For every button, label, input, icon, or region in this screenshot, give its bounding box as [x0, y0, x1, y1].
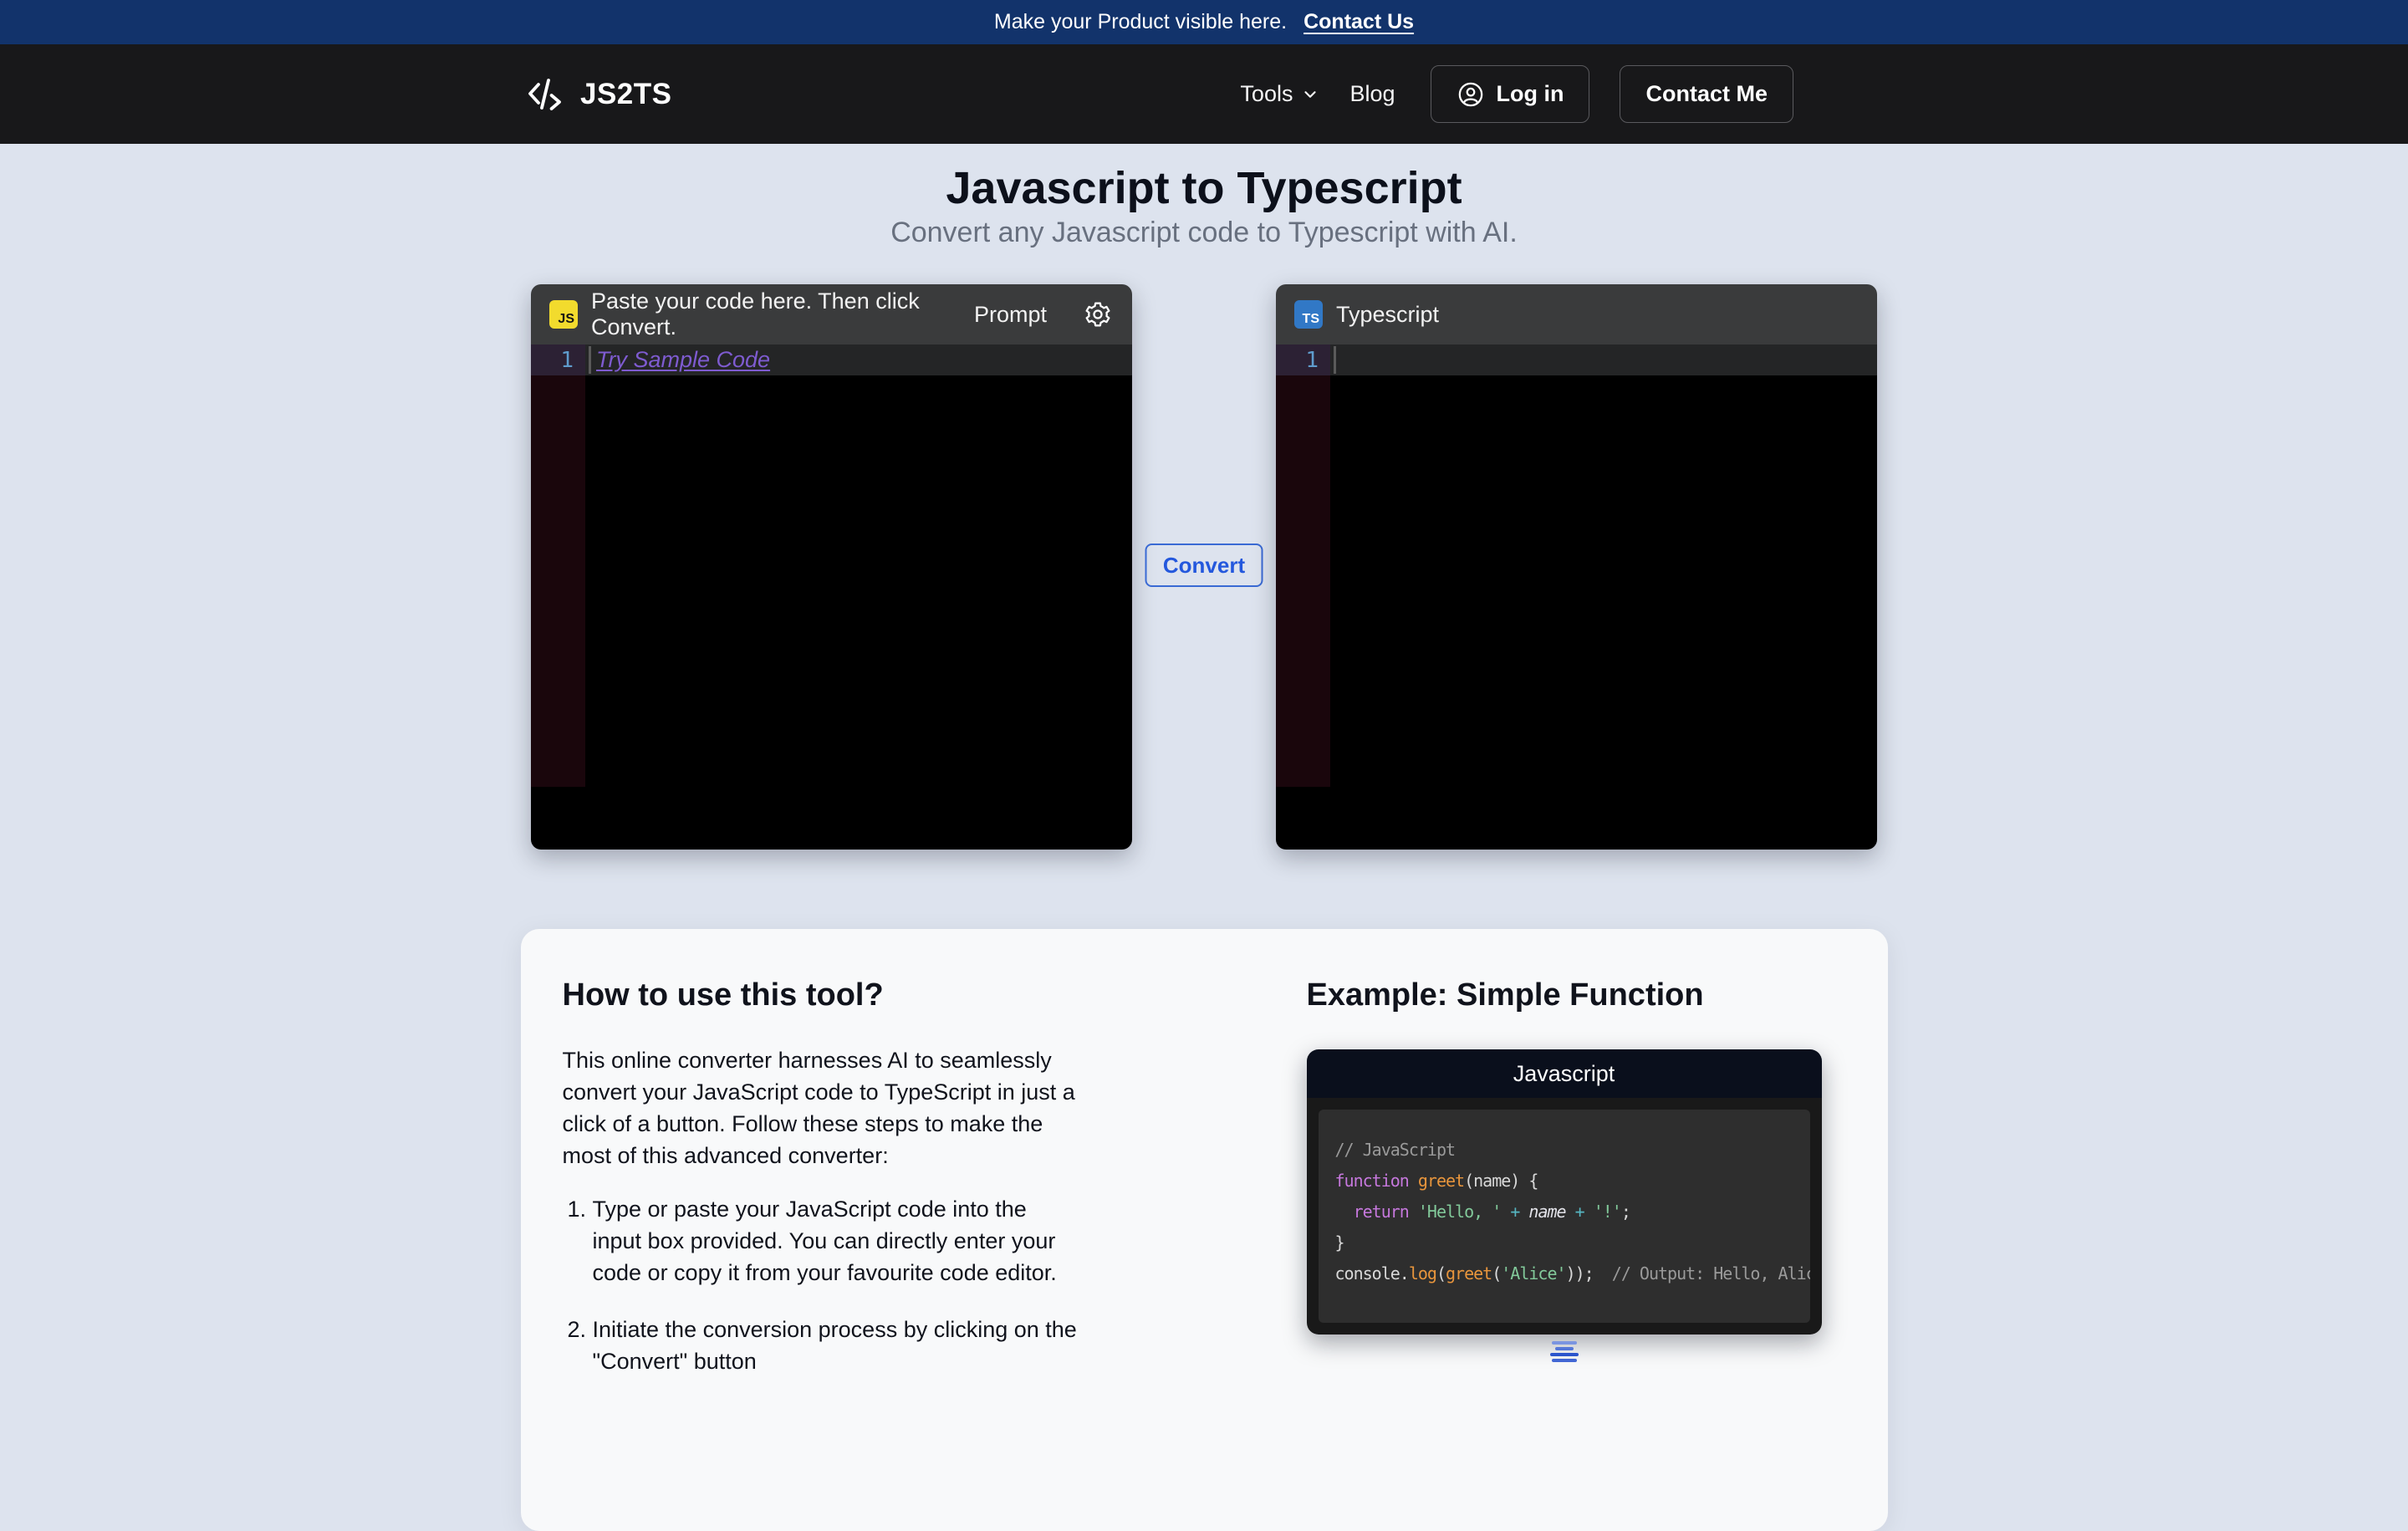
nav-tools[interactable]: Tools: [1240, 81, 1319, 107]
js-editor-content[interactable]: Try Sample Code: [585, 344, 1132, 787]
login-label: Log in: [1497, 81, 1564, 107]
promo-message: Make your Product visible here.: [994, 10, 1287, 34]
how-to-intro: This online converter harnesses AI to se…: [563, 1044, 1081, 1171]
try-sample-code-link[interactable]: Try Sample Code: [596, 347, 770, 373]
header-nav: Tools Blog Log in Contact Me: [1240, 65, 1793, 123]
nav-blog[interactable]: Blog: [1349, 81, 1395, 107]
js-editor-footer: [531, 787, 1132, 850]
js-panel-title: Paste your code here. Then click Convert…: [591, 288, 947, 340]
convert-button[interactable]: Convert: [1145, 544, 1263, 587]
example-code: // JavaScriptfunction greet(name) { retu…: [1319, 1110, 1810, 1323]
promo-contact-us-link[interactable]: Contact Us: [1303, 10, 1414, 34]
ts-line-number: 1: [1276, 344, 1330, 375]
converter-section: JS Paste your code here. Then click Conv…: [531, 284, 1877, 850]
ts-output-panel: TS Typescript 1: [1276, 284, 1877, 850]
example-code-card-body: // JavaScriptfunction greet(name) { retu…: [1307, 1098, 1822, 1335]
how-to-column: How to use this tool? This online conver…: [563, 974, 1081, 1481]
how-to-step: Initiate the conversion process by click…: [593, 1314, 1081, 1377]
chevron-down-icon: [1301, 85, 1319, 104]
page-subtitle: Convert any Javascript code to Typescrip…: [0, 214, 2408, 251]
ts-editor-footer: [1276, 787, 1877, 850]
js-active-line: Try Sample Code: [585, 344, 1132, 375]
ts-code-editor[interactable]: 1: [1276, 344, 1877, 787]
blue-lines-icon: [1550, 1341, 1579, 1362]
example-code-card-title: Javascript: [1307, 1049, 1822, 1098]
javascript-icon: JS: [549, 300, 578, 329]
how-to-step: Type or paste your JavaScript code into …: [593, 1193, 1081, 1289]
js-editor-gutter: 1: [531, 344, 585, 787]
ts-panel-title: Typescript: [1336, 302, 1439, 328]
icon-under-wrap: [1307, 1341, 1822, 1362]
nav-tools-label: Tools: [1240, 81, 1293, 107]
example-code-card: Javascript // JavaScriptfunction greet(n…: [1307, 1049, 1822, 1335]
text-cursor: [1334, 346, 1336, 374]
page-title: Javascript to Typescript: [0, 162, 2408, 214]
ts-panel-header: TS Typescript: [1276, 284, 1877, 344]
how-to-steps: Type or paste your JavaScript code into …: [563, 1193, 1081, 1377]
how-to-title: How to use this tool?: [563, 974, 1081, 1016]
example-title: Example: Simple Function: [1307, 974, 1846, 1016]
promo-banner: Make your Product visible here. Contact …: [0, 0, 2408, 44]
user-circle-icon: [1457, 80, 1485, 109]
site-header: JS2TS Tools Blog Log in Contact Me: [0, 44, 2408, 144]
settings-gear-icon[interactable]: [1084, 300, 1112, 329]
js-code-editor[interactable]: 1 Try Sample Code: [531, 344, 1132, 787]
ts-active-line: [1330, 344, 1877, 375]
ts-editor-gutter: 1: [1276, 344, 1330, 787]
code-brackets-icon: [525, 76, 565, 113]
js-input-panel: JS Paste your code here. Then click Conv…: [531, 284, 1132, 850]
ts-editor-content[interactable]: [1330, 344, 1877, 787]
prompt-button[interactable]: Prompt: [974, 302, 1047, 328]
contact-me-button[interactable]: Contact Me: [1620, 65, 1793, 123]
typescript-icon: TS: [1294, 300, 1323, 329]
brand-logo[interactable]: JS2TS: [525, 76, 672, 113]
example-column: Example: Simple Function Javascript // J…: [1307, 974, 1846, 1481]
brand-name: JS2TS: [580, 78, 672, 111]
login-button[interactable]: Log in: [1431, 65, 1590, 123]
js-line-number: 1: [531, 344, 585, 375]
text-cursor: [589, 346, 591, 374]
js-panel-header: JS Paste your code here. Then click Conv…: [531, 284, 1132, 344]
info-card: How to use this tool? This online conver…: [521, 929, 1888, 1531]
